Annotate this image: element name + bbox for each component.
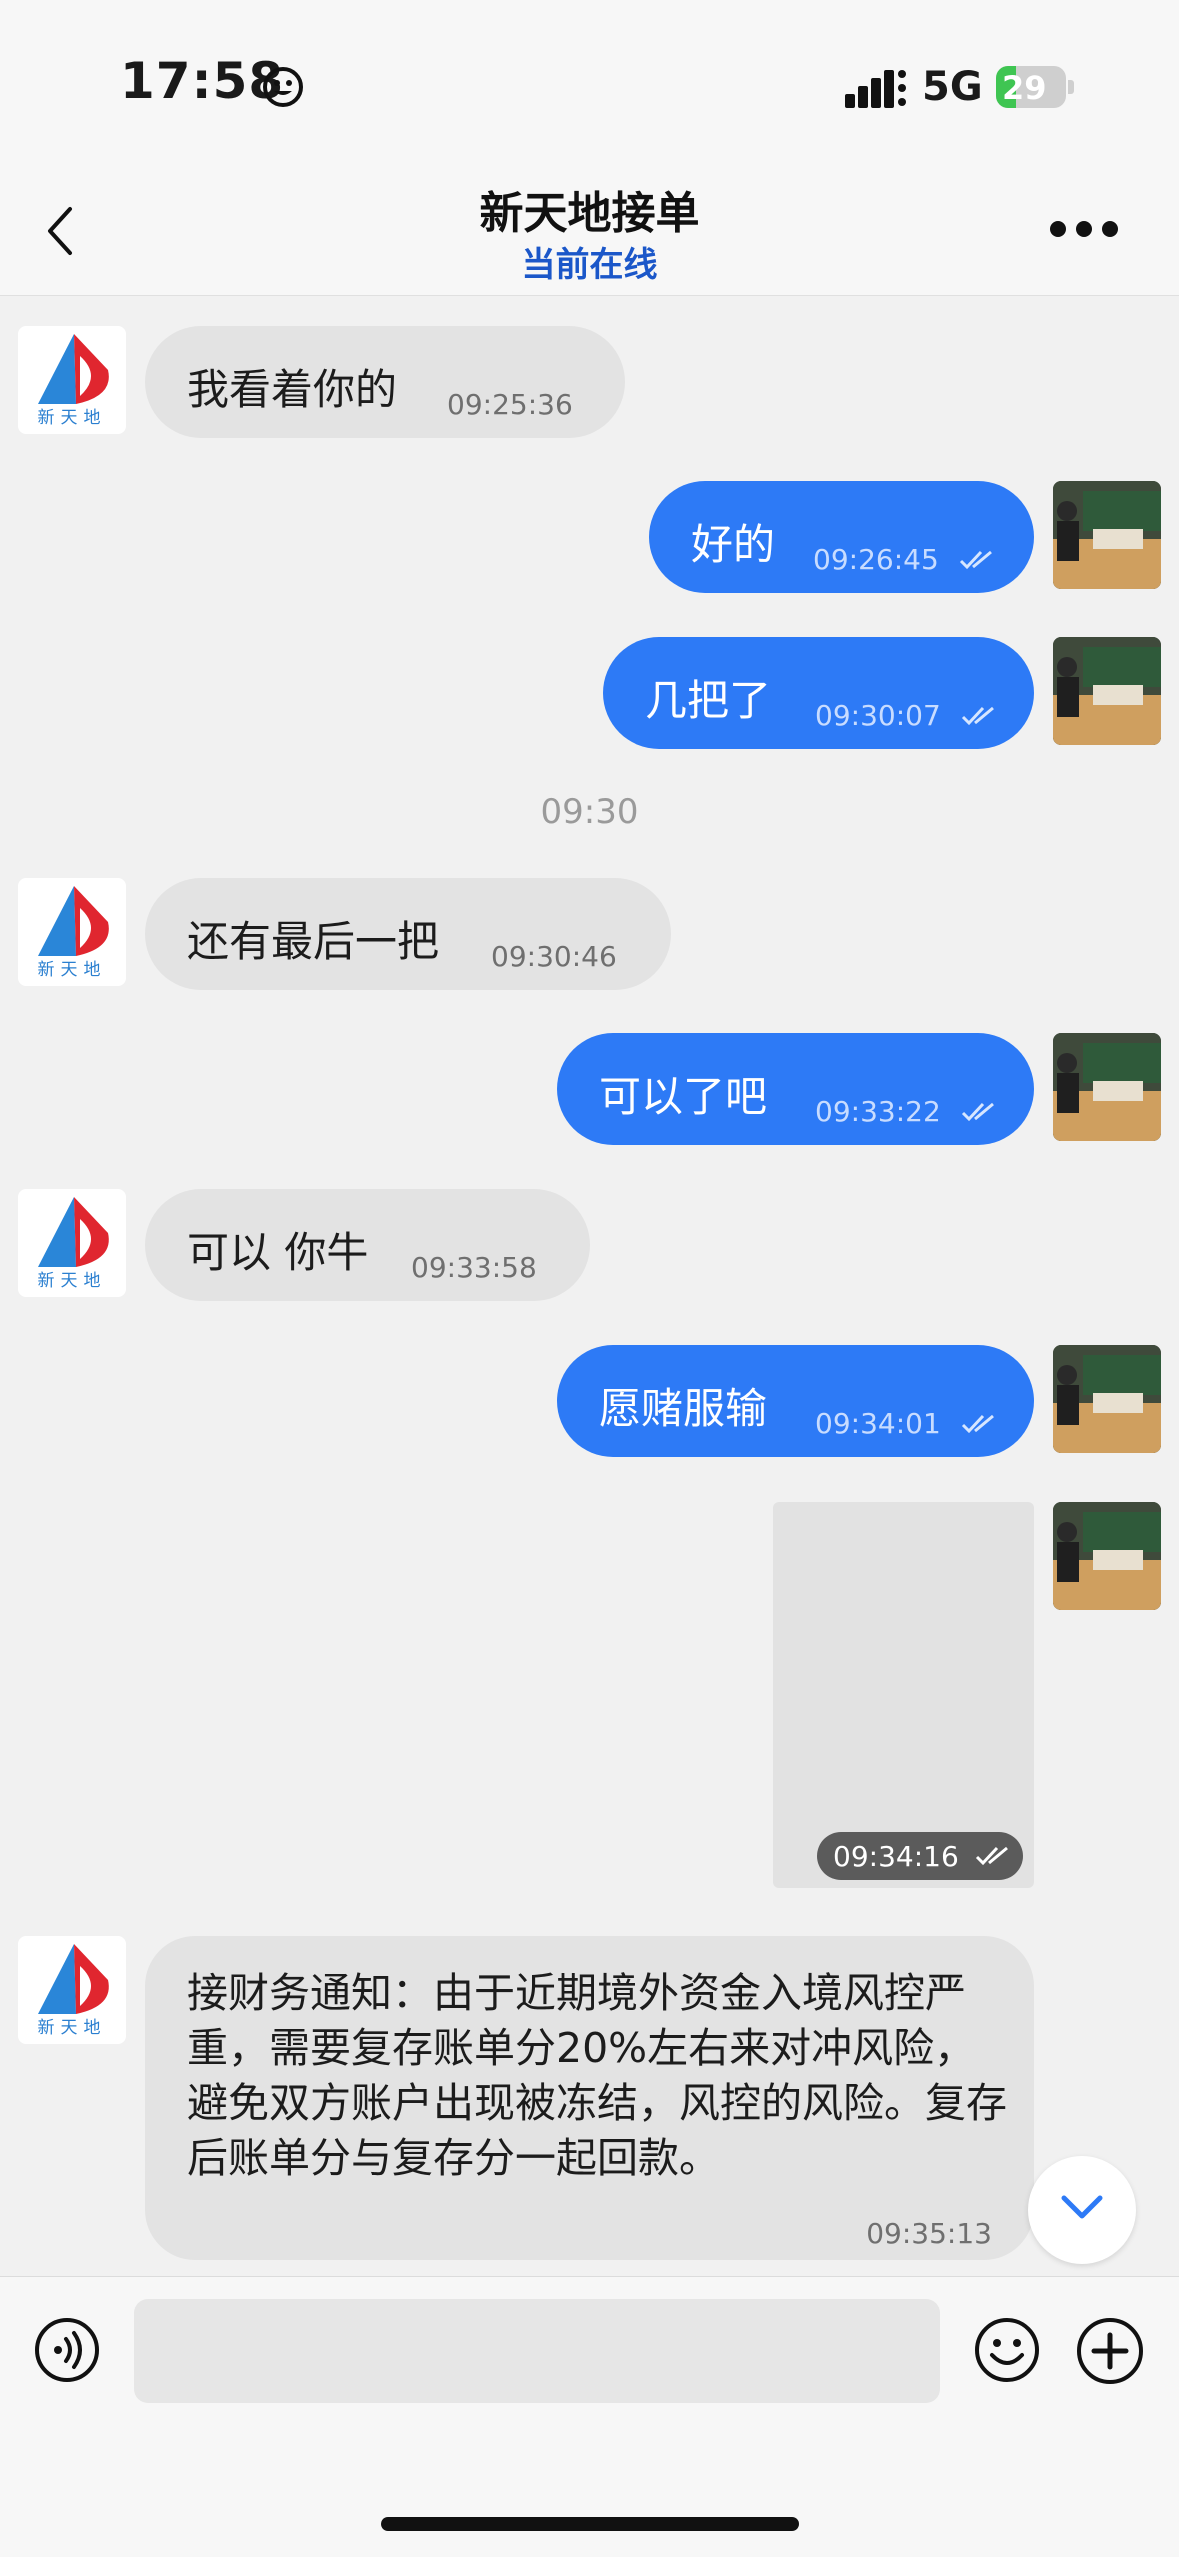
network-label: 5G (922, 64, 983, 110)
logo-label: 新天地 (37, 960, 107, 980)
message-time: 09:34:01 (815, 1407, 941, 1440)
double-check-icon (959, 550, 992, 570)
message-time: 09:25:36 (447, 388, 573, 421)
status-bar: 17:58 5G 29 (0, 0, 1179, 165)
classroom-photo-icon (1053, 481, 1161, 589)
message-time: 09:33:58 (411, 1251, 537, 1284)
user-avatar[interactable] (1053, 1033, 1161, 1141)
plus-icon[interactable] (1076, 2317, 1144, 2385)
message-bubble-incoming[interactable]: 接财务通知：由于近期境外资金入境风控严重，需要复存账单分20%左右来对冲风险，避… (145, 1936, 1034, 2260)
chat-title: 新天地接单 (479, 188, 700, 239)
signal-icon (845, 70, 906, 108)
message-list[interactable]: 新天地 我看着你的 09:25:36 好的 09:26:45 几把了 09:30… (0, 296, 1179, 2276)
battery-icon: 29 (996, 66, 1074, 108)
scroll-to-bottom-button[interactable] (1028, 2156, 1136, 2264)
user-avatar[interactable] (1053, 1502, 1161, 1610)
message-text: 好的 (691, 520, 776, 569)
contact-avatar[interactable]: 新天地 (18, 1936, 126, 2044)
classroom-photo-icon (1053, 1502, 1161, 1610)
logo-label: 新天地 (37, 2018, 107, 2038)
double-check-icon (961, 706, 994, 726)
smiley-icon (263, 67, 303, 107)
message-input[interactable] (134, 2299, 940, 2403)
classroom-photo-icon (1053, 637, 1161, 745)
logo-label: 新天地 (37, 408, 107, 428)
message-text: 愿赌服输 (599, 1384, 768, 1433)
double-check-icon (961, 1414, 994, 1434)
message-time: 09:33:22 (815, 1095, 941, 1128)
battery-level: 29 (1002, 69, 1047, 107)
message-bubble-outgoing[interactable]: 可以了吧 09:33:22 (557, 1033, 1034, 1145)
user-avatar[interactable] (1053, 637, 1161, 745)
message-bubble-outgoing[interactable]: 好的 09:26:45 (649, 481, 1034, 593)
chat-header: 新天地接单 当前在线 (0, 165, 1179, 296)
message-bubble-incoming[interactable]: 还有最后一把 09:30:46 (145, 878, 671, 990)
classroom-photo-icon (1053, 1345, 1161, 1453)
message-text: 几把了 (645, 676, 772, 725)
message-text: 可以了吧 (599, 1072, 768, 1121)
message-time: 09:26:45 (813, 543, 939, 576)
message-bubble-incoming[interactable]: 可以 你牛 09:33:58 (145, 1189, 590, 1301)
emoji-icon[interactable] (974, 2317, 1040, 2383)
logo-label: 新天地 (37, 1271, 107, 1291)
double-check-icon (975, 1846, 1008, 1866)
image-message[interactable]: 09:34:16 (773, 1502, 1034, 1888)
status-time: 17:58 (120, 52, 285, 110)
message-text: 还有最后一把 (187, 917, 440, 966)
user-avatar[interactable] (1053, 481, 1161, 589)
chevron-down-icon (1061, 2195, 1103, 2219)
message-bubble-outgoing[interactable]: 愿赌服输 09:34:01 (557, 1345, 1034, 1457)
classroom-photo-icon (1053, 1033, 1161, 1141)
message-bubble-incoming[interactable]: 我看着你的 09:25:36 (145, 326, 625, 438)
contact-avatar[interactable]: 新天地 (18, 878, 126, 986)
time-separator: 09:30 (540, 792, 639, 832)
message-bubble-outgoing[interactable]: 几把了 09:30:07 (603, 637, 1034, 749)
more-icon[interactable] (1048, 217, 1120, 241)
image-time-badge: 09:34:16 (817, 1832, 1023, 1880)
contact-avatar[interactable]: 新天地 (18, 1189, 126, 1297)
user-avatar[interactable] (1053, 1345, 1161, 1453)
message-time: 09:30:46 (491, 940, 617, 973)
message-text: 可以 你牛 (187, 1228, 369, 1277)
message-text: 接财务通知：由于近期境外资金入境风控严重，需要复存账单分20%左右来对冲风险，避… (187, 1969, 1007, 2182)
message-time: 09:35:13 (866, 2217, 992, 2250)
message-text: 我看着你的 (187, 365, 398, 414)
message-time: 09:34:16 (833, 1840, 959, 1873)
chat-status: 当前在线 (521, 245, 658, 285)
voice-icon[interactable] (34, 2317, 100, 2383)
input-bar (0, 2276, 1179, 2557)
home-indicator (381, 2517, 799, 2531)
contact-avatar[interactable]: 新天地 (18, 326, 126, 434)
double-check-icon (961, 1102, 994, 1122)
message-time: 09:30:07 (815, 699, 941, 732)
